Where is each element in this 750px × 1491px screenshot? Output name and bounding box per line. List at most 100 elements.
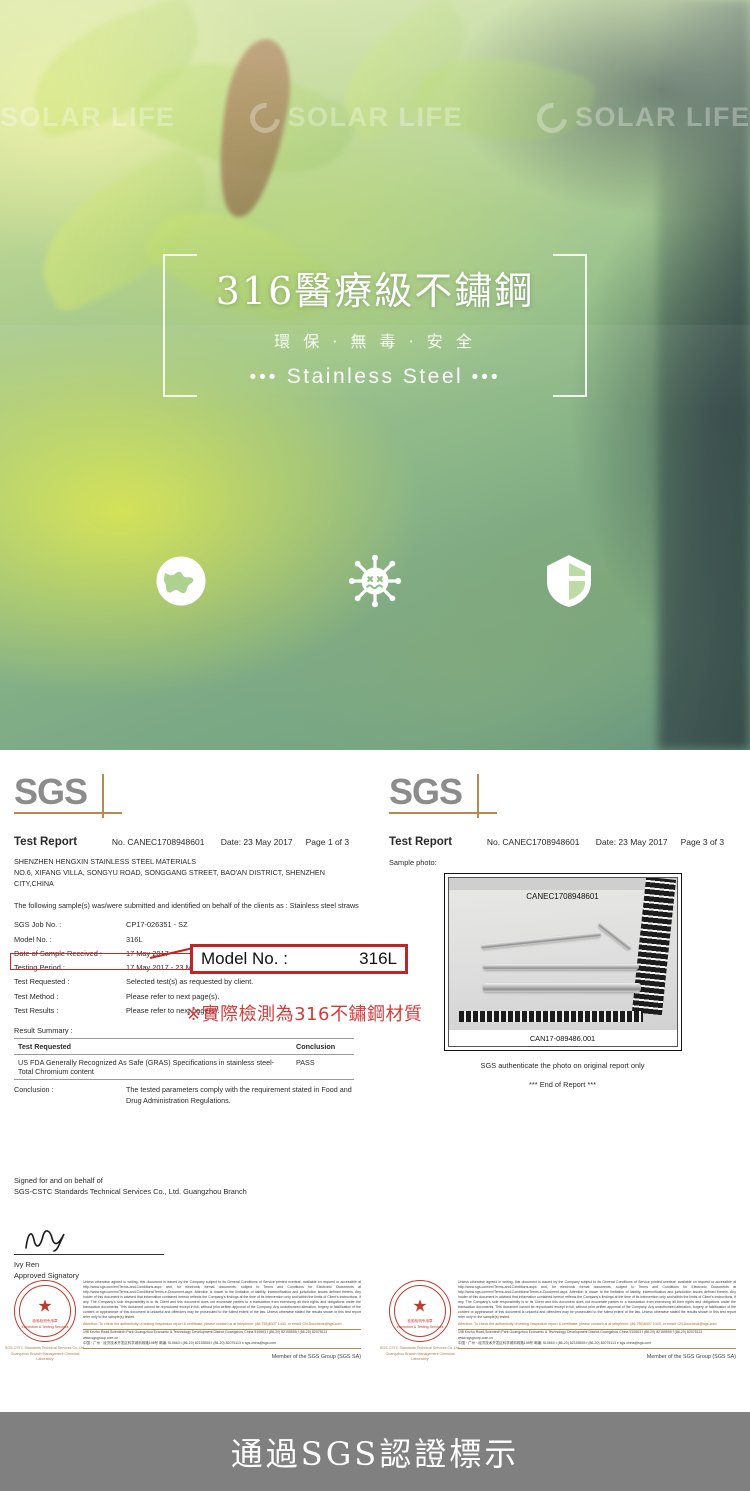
report-date: Date: 23 May 2017 — [220, 837, 293, 847]
member-note: Member of the SGS Group (SGS SA) — [646, 1354, 736, 1360]
legal-paragraph: Unless otherwise agreed in writing, this… — [83, 1280, 361, 1320]
signature-icon — [14, 1224, 164, 1254]
report-page-1: SGS Test Report No. CANEC1708948601 Date… — [0, 750, 375, 1412]
sample-photo-image: CANEC1708948601 — [448, 878, 677, 1030]
conclusion-value: The tested parameters comply with the re… — [126, 1085, 352, 1105]
client-address: SHENZHEN HENGXIN STAINLESS STEEL MATERIA… — [14, 856, 361, 889]
field-key: Test Method : — [14, 991, 59, 1001]
field-key: Model No. : — [14, 934, 52, 944]
report-header: Test Report No. CANEC1708948601 Date: 23… — [389, 836, 736, 848]
report-header: Test Report No. CANEC1708948601 Date: 23… — [14, 836, 361, 848]
photo-top-strip — [448, 878, 677, 890]
cell-test-requested: US FDA Generally Recognized As Safe (GRA… — [14, 1054, 292, 1080]
seal-caption-1: SGS-CSTC Standards Technical Services Co… — [4, 1346, 86, 1351]
seal-caption-2: Guangzhou Branch Management Chemical Lab… — [10, 1351, 80, 1362]
report-number: No. CANEC1708948601 — [486, 837, 580, 847]
field-key: Test Requested : — [14, 977, 70, 987]
straw-bent — [480, 931, 601, 950]
report-page: Page 1 of 3 — [305, 837, 350, 847]
signed-line-2: SGS-CSTC Standards Technical Services Co… — [14, 1187, 247, 1197]
photo-caption: CANEC1708948601 — [526, 892, 599, 901]
result-summary-table: Test Requested Conclusion US FDA General… — [14, 1038, 354, 1080]
hero-banner: SOLAR LIFE SOLAR LIFE SOLAR LIFE 316醫療級不… — [0, 0, 750, 750]
report-title: Test Report — [389, 836, 453, 848]
seal-text-cn: 检验检测专用章 — [407, 1318, 433, 1323]
signature-block: Ivy Ren Approved Signatory — [14, 1224, 164, 1283]
annotation-note-cn: ※實際檢測為316不鏽鋼材質 — [186, 1004, 423, 1025]
client-address-line: NO.6, XIFANG VILLA, SONGYU ROAD, SONGGAN… — [14, 868, 325, 889]
column-header-conclusion: Conclusion — [292, 1038, 354, 1055]
fineprint-column: Unless otherwise agreed in writing, this… — [83, 1280, 361, 1360]
field-row: SGS Job No. : CP17-026351 - SZ — [14, 918, 361, 932]
seal-star-icon: ★ — [37, 1296, 53, 1316]
photo-subcaption: CAN17-089486.001 — [529, 1034, 596, 1043]
sample-photo-label: Sample photo: — [389, 858, 437, 867]
report-page-3: SGS Test Report No. CANEC1708948601 Date… — [375, 750, 750, 1412]
model-no-callout: Model No. : 316L — [190, 944, 408, 974]
report-number: No. CANEC1708948601 — [111, 837, 205, 847]
bracket-left-decoration — [163, 254, 197, 397]
divider — [83, 1348, 361, 1349]
report-page: Page 3 of 3 — [680, 837, 725, 847]
sample-intro-text: The following sample(s) was/were submitt… — [14, 901, 359, 911]
feature-icons — [0, 552, 750, 610]
footer-address-en: 198 Kezhu Road,Scientech Park Guangzhou … — [83, 1330, 328, 1340]
shield-icon — [542, 552, 596, 610]
sgs-logo-horizontal-rule — [389, 812, 497, 814]
model-no-highlight-box — [10, 953, 192, 970]
sgs-logo-icon: SGS — [14, 772, 122, 822]
footer-fineprint: ★ 检验检测专用章 Inspection & Testing Services … — [5, 1280, 361, 1361]
bracket-right-decoration — [553, 254, 587, 397]
footer-address-cn: 中国 · 广州 · 经济技术开发区科学城科珠路198号 邮编: 510663 t… — [458, 1341, 652, 1346]
seal-text-cn: 检验检测专用章 — [32, 1318, 58, 1323]
signed-line-1: Signed for and on behalf of — [14, 1175, 103, 1185]
cell-conclusion: PASS — [292, 1054, 354, 1080]
attention-note: Attention: To check the authenticity of … — [458, 1322, 717, 1327]
attention-note: Attention: To check the authenticity of … — [83, 1322, 342, 1327]
signatory-info: Ivy Ren Approved Signatory — [14, 1259, 164, 1283]
footer-address-cn: 中国 · 广州 · 经济技术开发区科学城科珠路198号 邮编: 510663 t… — [83, 1341, 277, 1346]
seal-text-en: Inspection & Testing Services — [21, 1324, 69, 1329]
sgs-logo-horizontal-rule — [14, 812, 122, 814]
conclusion-block: Conclusion : The tested parameters compl… — [14, 1085, 361, 1107]
dots-right: ••• — [471, 366, 501, 388]
ruler-horizontal — [458, 1011, 643, 1022]
official-seal-icon: ★ 检验检测专用章 Inspection & Testing Services … — [5, 1280, 85, 1361]
field-key: SGS Job No. : — [14, 920, 62, 930]
hero-copy: 316醫療級不鏽鋼 環 保 · 無 毒 · 安 全 ••• Stainless … — [163, 254, 587, 397]
footer-address-en: 198 Kezhu Road,Scientech Park Guangzhou … — [458, 1330, 703, 1340]
seal-caption-1: SGS-CSTC Standards Technical Services Co… — [379, 1346, 461, 1351]
sgs-logo-text: SGS — [14, 771, 88, 812]
seal-caption: SGS-CSTC Standards Technical Services Co… — [4, 1346, 86, 1362]
hero-english-title: ••• Stainless Steel ••• — [181, 365, 569, 389]
sgs-logo-text: SGS — [389, 771, 463, 812]
legal-paragraph: Unless otherwise agreed in writing, this… — [458, 1280, 736, 1320]
straw-straight-thick — [482, 983, 641, 992]
globe-icon — [154, 552, 208, 610]
callout-label: Model No. : — [201, 949, 288, 968]
photo-authenticate-note: SGS authenticate the photo on original r… — [480, 1061, 645, 1070]
table-row: US FDA Generally Recognized As Safe (GRA… — [14, 1054, 354, 1080]
column-header-test-requested: Test Requested — [14, 1038, 292, 1055]
seal-star-icon: ★ — [412, 1296, 428, 1316]
hero-english-text: Stainless Steel — [286, 364, 464, 388]
official-seal-icon: ★ 检验检测专用章 Inspection & Testing Services … — [380, 1280, 460, 1361]
table-header-row: Test Requested Conclusion — [14, 1038, 354, 1055]
straw-bent-tip — [597, 922, 632, 951]
product-detail-page: SOLAR LIFE SOLAR LIFE SOLAR LIFE 316醫療級不… — [0, 0, 750, 1491]
bottom-banner: 通過SGS認證標示 — [0, 1412, 750, 1491]
sgs-reports-section: SOLAR LIFE SOLAR LIFE SOLAR LIFE SOLAR L… — [0, 750, 750, 1412]
divider — [458, 1348, 736, 1349]
seal-caption-2: Guangzhou Branch Management Chemical Lab… — [385, 1351, 455, 1362]
callout-value: 316L — [359, 949, 397, 968]
hero-title: 316醫療級不鏽鋼 — [215, 269, 535, 313]
report-date: Date: 23 May 2017 — [595, 837, 668, 847]
end-of-report-note: *** End of Report *** — [529, 1080, 596, 1089]
bottom-banner-title: 通過SGS認證標示 — [230, 1434, 520, 1473]
dots-left: ••• — [249, 366, 279, 388]
field-value: CP17-026351 - SZ — [126, 920, 188, 930]
sample-photo-inner-border: CANEC1708948601 CAN17-089486.001 — [447, 877, 678, 1047]
field-row: Test Requested : Selected test(s) as req… — [14, 975, 361, 989]
conclusion-key: Conclusion : — [14, 1085, 54, 1094]
seal-text-en: Inspection & Testing Services — [396, 1324, 444, 1329]
